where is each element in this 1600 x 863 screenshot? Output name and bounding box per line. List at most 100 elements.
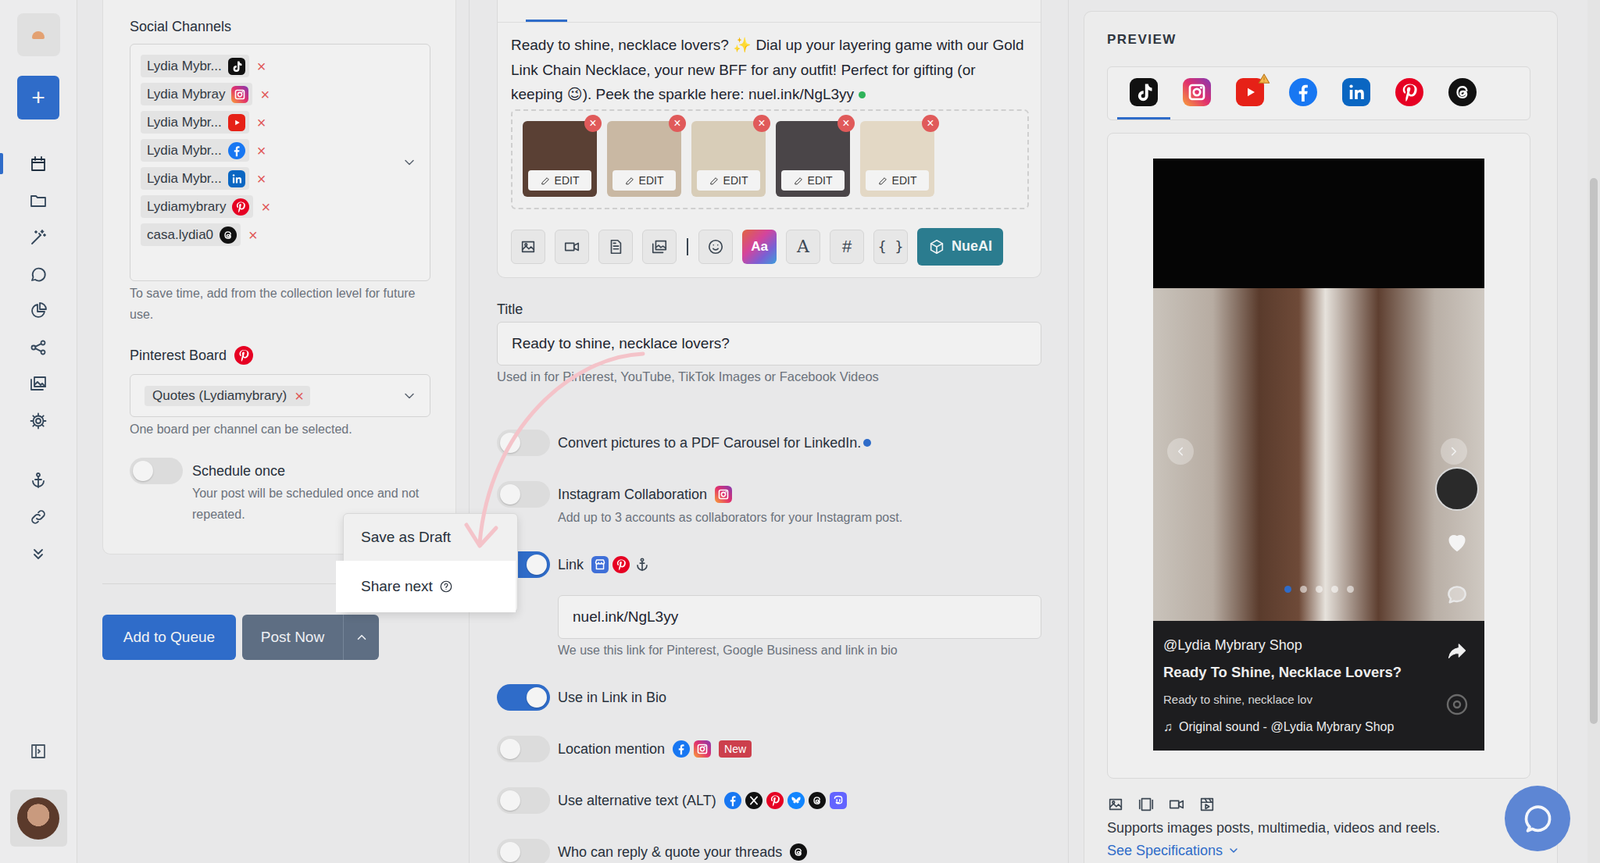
preview-tab[interactable] (1382, 67, 1436, 120)
nav-item[interactable] (0, 218, 77, 256)
menu-item-label: Save as Draft (360, 528, 451, 547)
preview-tab[interactable] (1170, 67, 1224, 120)
remove-channel-button[interactable]: × (248, 227, 258, 243)
remove-channel-button[interactable]: × (260, 199, 271, 215)
link-input[interactable]: nuel.ink/NgL3yy (557, 595, 1042, 640)
post-now-button[interactable]: Post Now (242, 614, 343, 661)
option-toggle[interactable] (496, 839, 550, 863)
remove-media-button[interactable]: × (921, 114, 940, 133)
pinterest-board-select[interactable]: Quotes (Lydiamybrary)× (129, 374, 431, 418)
support-chat-button[interactable] (1504, 785, 1571, 852)
remove-media-button[interactable]: × (668, 114, 686, 133)
preview-tab[interactable] (1435, 67, 1490, 120)
more-actions-button[interactable] (342, 614, 379, 661)
remove-channel-button[interactable]: × (257, 142, 267, 159)
nav-item[interactable] (0, 145, 77, 183)
preview-tab[interactable] (1223, 67, 1277, 120)
post-headline: Ready To Shine, Necklace Lovers? (1163, 663, 1446, 683)
slide-dot[interactable] (1300, 585, 1308, 593)
remove-channel-button[interactable]: × (257, 58, 267, 75)
ai-button[interactable]: NueAI (917, 228, 1004, 266)
preview-tab[interactable] (1117, 67, 1171, 120)
schedule-once-toggle[interactable] (129, 457, 183, 485)
remove-channel-button[interactable]: × (260, 86, 270, 103)
option-toggle[interactable] (496, 481, 550, 508)
media-thumbnail[interactable]: EDIT× (775, 121, 850, 197)
new-post-button[interactable]: + (17, 75, 60, 120)
slide-dot[interactable] (1315, 585, 1323, 593)
nav-item[interactable] (0, 255, 77, 293)
text-style-button[interactable]: Aa (742, 229, 777, 265)
nav-item[interactable] (0, 328, 77, 366)
comment-button[interactable] (1444, 582, 1470, 608)
chat-bubble-icon (1521, 803, 1554, 835)
nav-item[interactable] (0, 402, 77, 440)
menu-item[interactable]: Share next (335, 560, 516, 613)
variables-button[interactable]: { } (873, 229, 908, 265)
video-button[interactable] (554, 229, 590, 265)
nav-item[interactable] (0, 535, 77, 572)
option-row: Link (496, 551, 1042, 579)
previous-slide-button[interactable] (1167, 438, 1194, 465)
scrollbar-thumb[interactable] (1589, 178, 1598, 725)
option-toggle[interactable] (496, 735, 550, 763)
document-button[interactable] (598, 229, 633, 265)
channel-name: Lydia Mybray (146, 86, 225, 103)
account-handle: @Lydia Mybrary Shop (1163, 635, 1446, 655)
preview-tab[interactable] (1329, 67, 1383, 120)
next-slide-button[interactable] (1440, 438, 1468, 465)
nav-item[interactable] (0, 365, 77, 403)
option-toggle[interactable] (496, 787, 550, 815)
slide-dot[interactable] (1284, 585, 1292, 593)
link-status-dot (858, 91, 866, 99)
nav-item[interactable] (0, 498, 77, 536)
media-thumbnail[interactable]: EDIT× (860, 121, 935, 197)
nav-item[interactable] (0, 292, 77, 329)
edit-media-button[interactable]: EDIT (612, 170, 676, 191)
hashtag-button[interactable]: # (829, 229, 865, 265)
add-to-queue-button[interactable]: Add to Queue (102, 614, 236, 661)
option-networks (789, 843, 808, 861)
like-button[interactable] (1444, 529, 1470, 555)
remove-media-button[interactable]: × (837, 114, 855, 133)
edit-media-button[interactable]: EDIT (696, 170, 761, 191)
slide-dot[interactable] (1331, 585, 1339, 593)
channel-chip: Lydia Mybr... (140, 167, 250, 190)
remove-board-button[interactable]: × (294, 388, 304, 404)
remove-channel-button[interactable]: × (257, 114, 267, 131)
account-button[interactable] (10, 789, 68, 847)
media-thumbnail[interactable]: EDIT× (607, 121, 682, 197)
channel-row: Lydia Mybr...× (140, 54, 266, 78)
collapse-sidebar-button[interactable] (22, 735, 54, 768)
see-specifications-link[interactable]: See Specifications (1107, 841, 1531, 861)
font-button[interactable]: A (785, 229, 821, 265)
edit-media-button[interactable]: EDIT (528, 170, 592, 191)
info-icon[interactable] (863, 439, 872, 447)
media-thumbnail[interactable]: EDIT× (522, 121, 597, 197)
logo[interactable] (17, 13, 61, 57)
channels-select[interactable]: Lydia Mybr...×Lydia Mybray×Lydia Mybr...… (129, 43, 431, 282)
option-toggle[interactable] (496, 684, 550, 711)
title-input[interactable]: Ready to shine, necklace lovers? (496, 321, 1042, 366)
edit-media-button[interactable]: EDIT (781, 170, 845, 191)
slide-dot[interactable] (1346, 585, 1354, 593)
preview-tab[interactable] (1276, 67, 1330, 120)
edit-media-button[interactable]: EDIT (865, 170, 929, 191)
gallery-button[interactable] (642, 229, 677, 265)
share-button[interactable] (1446, 639, 1468, 662)
nav-item[interactable] (0, 182, 77, 219)
media-thumbnail[interactable]: EDIT× (691, 121, 766, 197)
channel-row: casa.lydia0× (140, 223, 258, 247)
post-text[interactable]: Ready to shine, necklace lovers? ✨ Dial … (510, 32, 1029, 108)
option-networks (714, 485, 733, 504)
remove-channel-button[interactable]: × (257, 171, 267, 187)
menu-item[interactable]: Save as Draft (343, 514, 518, 561)
nav-item[interactable] (0, 461, 77, 499)
emoji-button[interactable] (698, 229, 733, 265)
image-button[interactable] (510, 229, 546, 265)
scrollbar[interactable] (1587, 0, 1600, 863)
remove-media-button[interactable]: × (584, 114, 602, 133)
threads-icon (219, 226, 237, 244)
remove-media-button[interactable]: × (753, 114, 771, 133)
option-toggle[interactable] (496, 429, 550, 457)
